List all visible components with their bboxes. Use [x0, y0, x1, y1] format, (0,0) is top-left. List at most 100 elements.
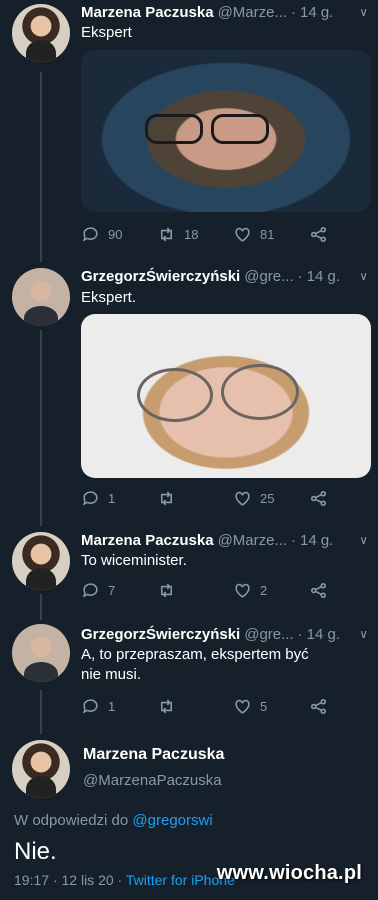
- separator-dot: ·: [290, 531, 296, 549]
- glasses-shape: [221, 364, 299, 420]
- glasses-shape: [137, 368, 213, 422]
- tweet-image[interactable]: [81, 50, 371, 212]
- chevron-down-icon[interactable]: ∨: [359, 533, 368, 547]
- like-count: 5: [260, 698, 268, 714]
- like-count: 25: [260, 490, 275, 506]
- tweet-actions: 1 5: [81, 696, 341, 716]
- separator-dot: ·: [297, 625, 303, 643]
- reply-count: 90: [108, 226, 123, 242]
- avatar[interactable]: [12, 740, 70, 798]
- author-handle[interactable]: @Marze...: [218, 532, 287, 549]
- tweet-header: Marzena Paczuska @Marze... · 14 g. ∨: [81, 530, 368, 550]
- reply-icon: [82, 490, 98, 506]
- share-icon: [310, 490, 327, 506]
- reply-icon: [82, 698, 98, 714]
- tweet-text: Nie.: [14, 838, 57, 865]
- retweet-icon: [160, 699, 173, 713]
- thread-line: [40, 72, 42, 262]
- author-name[interactable]: GrzegorzŚwierczyński: [81, 626, 240, 643]
- share-icon: [310, 226, 327, 242]
- tweet-text: To wiceminister.: [81, 552, 187, 569]
- tweet-actions: 7 2: [81, 580, 341, 600]
- share-button[interactable]: [309, 225, 339, 244]
- tweet-time[interactable]: 14 g.: [300, 532, 333, 549]
- reply-to-link[interactable]: @gregorswi: [132, 812, 212, 829]
- tweet-actions: 1 25: [81, 488, 341, 508]
- retweet-button[interactable]: [157, 489, 233, 508]
- author-name[interactable]: Marzena Paczuska: [83, 746, 224, 764]
- like-button[interactable]: 25: [233, 489, 309, 508]
- glasses-shape: [211, 114, 269, 144]
- avatar[interactable]: [12, 4, 70, 62]
- separator-dot: ·: [290, 3, 296, 21]
- heart-icon: [235, 491, 250, 506]
- author-handle[interactable]: @gre...: [244, 626, 293, 643]
- glasses-shape: [145, 114, 203, 144]
- like-count: 81: [260, 226, 275, 242]
- reply-button[interactable]: 1: [81, 489, 157, 508]
- thread-line: [40, 330, 42, 526]
- chevron-down-icon[interactable]: ∨: [359, 269, 368, 283]
- retweet-button[interactable]: [157, 581, 233, 600]
- tweet-time[interactable]: 14 g.: [307, 268, 340, 285]
- reply-button[interactable]: 1: [81, 697, 157, 716]
- author-handle[interactable]: @gre...: [244, 268, 293, 285]
- share-button[interactable]: [309, 489, 339, 508]
- thread-line: [40, 594, 42, 620]
- retweet-button[interactable]: 18: [157, 225, 233, 244]
- reply-count: 1: [108, 698, 116, 714]
- author-name[interactable]: Marzena Paczuska: [81, 4, 214, 21]
- tweet-text: A, to przepraszam, ekspertem być nie mus…: [81, 646, 309, 683]
- like-button[interactable]: 2: [233, 581, 309, 600]
- author-handle[interactable]: @Marze...: [218, 4, 287, 21]
- tweet-header: GrzegorzŚwierczyński @gre... · 14 g. ∨: [81, 266, 368, 286]
- separator-dot: ·: [117, 872, 126, 888]
- reply-icon: [82, 226, 98, 242]
- author-name[interactable]: GrzegorzŚwierczyński: [81, 268, 240, 285]
- tweet-time[interactable]: 14 g.: [300, 4, 333, 21]
- watermark: www.wiocha.pl: [216, 862, 362, 884]
- tweet-text: Ekspert.: [81, 289, 137, 306]
- heart-icon: [235, 583, 250, 598]
- share-icon: [310, 582, 327, 598]
- heart-icon: [235, 227, 250, 242]
- tweet-image[interactable]: [81, 314, 371, 478]
- author-name[interactable]: Marzena Paczuska: [81, 532, 214, 549]
- reply-button[interactable]: 7: [81, 581, 157, 600]
- tweet-header: GrzegorzŚwierczyński @gre... · 14 g. ∨: [81, 624, 368, 644]
- thread-line: [40, 690, 42, 734]
- tweet-meta: 19:17 · 12 lis 20 · Twitter for iPhone: [14, 872, 235, 888]
- like-count: 2: [260, 582, 268, 598]
- retweet-icon: [160, 583, 173, 597]
- separator-dot: ·: [297, 267, 303, 285]
- reply-prefix: W odpowiedzi do: [14, 812, 129, 829]
- share-button[interactable]: [309, 581, 339, 600]
- reply-button[interactable]: 90: [81, 225, 157, 244]
- avatar[interactable]: [12, 268, 70, 326]
- like-button[interactable]: 81: [233, 225, 309, 244]
- like-button[interactable]: 5: [233, 697, 309, 716]
- avatar[interactable]: [12, 624, 70, 682]
- reply-icon: [82, 582, 98, 598]
- tweet-date: 12 lis 20: [61, 872, 114, 888]
- tweet-time: 19:17: [14, 872, 50, 888]
- share-icon: [310, 698, 327, 714]
- heart-icon: [235, 699, 250, 714]
- retweet-button[interactable]: [157, 697, 233, 716]
- retweet-icon: [160, 227, 173, 241]
- tweet-actions: 90 18 81: [81, 224, 341, 244]
- chevron-down-icon[interactable]: ∨: [359, 5, 368, 19]
- retweet-icon: [160, 491, 173, 505]
- chevron-down-icon[interactable]: ∨: [359, 627, 368, 641]
- tweet-header: Marzena Paczuska @Marze... · 14 g. ∨: [81, 2, 368, 22]
- tweet-text: Ekspert: [81, 24, 132, 41]
- share-button[interactable]: [309, 697, 339, 716]
- reply-count: 1: [108, 490, 116, 506]
- tweet-time[interactable]: 14 g.: [307, 626, 340, 643]
- retweet-count: 18: [184, 226, 199, 242]
- author-handle[interactable]: @MarzenaPaczuska: [83, 772, 222, 789]
- separator-dot: ·: [52, 872, 62, 888]
- reply-count: 7: [108, 582, 116, 598]
- avatar[interactable]: [12, 532, 70, 590]
- reply-context: W odpowiedzi do @gregorswi: [14, 812, 213, 829]
